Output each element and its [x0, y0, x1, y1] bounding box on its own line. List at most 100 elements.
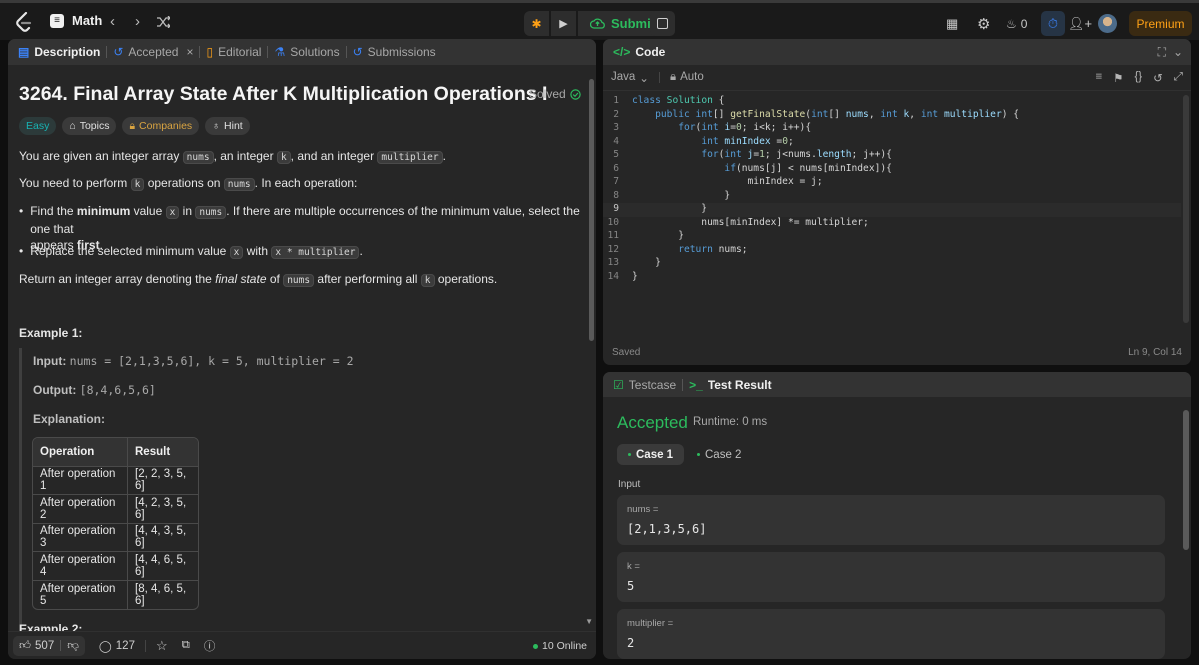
tab-accepted[interactable]: ↺ Accepted ×: [113, 45, 193, 59]
tab-submissions[interactable]: ↺ Submissions: [353, 45, 436, 59]
tab-testcase[interactable]: ☑ Testcase: [613, 378, 676, 392]
braces-icon[interactable]: {}: [1134, 71, 1142, 85]
lock-icon: 🔒︎: [129, 119, 136, 132]
problem-paragraph-2: You need to perform k operations on nums…: [19, 176, 358, 191]
thumbs-down-icon[interactable]: 👎︎: [67, 639, 79, 653]
description-scrollbar[interactable]: [589, 79, 594, 341]
scroll-down-icon[interactable]: ▼: [585, 617, 593, 626]
problem-list-button[interactable]: ≡ Math: [50, 13, 102, 28]
collapse-icon[interactable]: ⌄: [1173, 45, 1183, 59]
book-icon: ▯: [206, 45, 214, 59]
comment-icon: ◯: [98, 640, 112, 653]
table-row: After operation 2 [4, 2, 3, 5, 6]: [33, 495, 198, 524]
debug-button[interactable]: ✱: [524, 11, 549, 36]
chevron-down-icon: ⌄: [639, 72, 649, 85]
runtime-text: Runtime: 0 ms: [693, 416, 768, 428]
pass-dot: [697, 453, 700, 456]
note-icon: [657, 18, 668, 29]
difficulty-badge[interactable]: Easy: [19, 117, 57, 135]
save-status: Saved: [612, 347, 641, 358]
notes-button[interactable]: [650, 11, 675, 36]
close-icon[interactable]: ×: [186, 45, 193, 59]
layout-button[interactable]: ▦: [946, 11, 958, 36]
tab-divider: [267, 46, 269, 58]
expand-icon[interactable]: ⤢: [1174, 71, 1183, 85]
description-panel: ▤ Description ↺ Accepted × ▯ Editorial ⚗ Solu…: [8, 39, 596, 659]
share-icon[interactable]: ⧉: [182, 639, 190, 652]
shuffle-icon[interactable]: [157, 16, 170, 28]
case-1-tab[interactable]: Case 1: [617, 444, 685, 465]
editor-actions: ≡ ⚑ {} ↺ ⤢: [1095, 71, 1183, 85]
description-footer: 👍︎ 507 👎︎ ◯ 127 ☆ ⧉ ⓘ 10 Online: [8, 631, 596, 659]
tab-divider: [682, 378, 684, 391]
add-user-icon: 👤︎+: [1068, 15, 1093, 31]
table-header-row: Operation Result: [33, 438, 198, 467]
table-row: After operation 5 [8, 4, 6, 5, 6]: [33, 580, 198, 609]
example-1-input: Input: nums = [2,1,3,5,6], k = 5, multip…: [33, 354, 354, 368]
like-button[interactable]: 👍︎ 507 👎︎: [13, 635, 85, 656]
code-panel-header: </> Code ⛶ ⌄: [603, 39, 1191, 65]
run-button[interactable]: ▶: [551, 11, 576, 36]
thumbs-up-icon: 👍︎: [19, 639, 32, 652]
input-nums-field: nums = [2,1,3,5,6]: [617, 495, 1165, 545]
example-1-explanation-label: Explanation:: [33, 412, 106, 426]
case-2-tab[interactable]: Case 2: [686, 444, 752, 465]
tab-description[interactable]: ▤ Description: [18, 45, 100, 59]
problem-tags: Easy ⌂ Topics 🔒︎ Companies ♁ Hint: [19, 117, 250, 135]
tab-divider: [106, 46, 108, 58]
result-scrollbar[interactable]: [1183, 410, 1189, 550]
language-select[interactable]: Java ⌄: [611, 71, 649, 85]
tab-editorial[interactable]: ▯ Editorial: [206, 45, 261, 59]
problem-paragraph-1: You are given an integer array nums, an …: [19, 149, 446, 164]
lock-icon: 🔒︎: [669, 71, 677, 83]
list-icon: ≡: [50, 13, 64, 28]
layout-grid-icon: ▦: [946, 15, 959, 31]
streak-counter[interactable]: ♨ 0: [1006, 11, 1027, 36]
help-icon[interactable]: ⓘ: [204, 638, 216, 654]
timer-button[interactable]: ⏱: [1041, 11, 1065, 36]
solved-status: Solved: [529, 87, 581, 101]
tab-test-result[interactable]: >_ Test Result: [689, 378, 771, 392]
star-icon[interactable]: ☆: [156, 638, 168, 654]
auto-mode-toggle[interactable]: 🔒︎ Auto: [670, 71, 704, 84]
tab-divider: [199, 46, 201, 58]
description-tabs: ▤ Description ↺ Accepted × ▯ Editorial ⚗ Solu…: [8, 39, 596, 65]
prev-problem-icon[interactable]: ‹: [110, 13, 115, 30]
format-icon[interactable]: ≡: [1095, 71, 1102, 85]
code-scrollbar[interactable]: [1183, 95, 1189, 323]
document-icon: ▤: [18, 45, 30, 59]
hint-tag[interactable]: ♁ Hint: [205, 117, 250, 135]
terminal-icon: >_: [689, 377, 703, 392]
lightbulb-icon: ♁: [212, 120, 221, 132]
companies-tag[interactable]: 🔒︎ Companies: [122, 117, 200, 135]
bookmark-icon[interactable]: ⚑: [1113, 71, 1123, 85]
tag-icon: ⌂: [69, 120, 76, 132]
top-navigation-bar: ≡ Math ‹ › ✱ ▶ Submit ▦ ⚙ ♨ 0 ⏱ 👤︎+ Prem…: [0, 0, 1199, 40]
maximize-icon[interactable]: ⛶: [1158, 45, 1166, 60]
play-icon: ▶: [559, 18, 568, 30]
next-problem-icon[interactable]: ›: [135, 13, 140, 30]
code-icon: </>: [613, 45, 631, 59]
online-count: 10 Online: [533, 640, 587, 652]
test-result-panel: ☑ Testcase >_ Test Result Accepted Runtime…: [603, 372, 1191, 659]
topics-tag[interactable]: ⌂ Topics: [62, 117, 117, 135]
online-dot: [533, 643, 539, 649]
verdict-text: Accepted: [617, 413, 688, 432]
premium-button[interactable]: Premium: [1129, 11, 1192, 36]
code-editor[interactable]: 1 class Solution { 2 public int[] getFina…: [603, 95, 1181, 339]
input-k-field: k = 5: [617, 552, 1165, 602]
reset-icon[interactable]: ↺: [1153, 71, 1163, 85]
tab-divider: [345, 46, 347, 58]
settings-button[interactable]: ⚙: [977, 11, 990, 36]
avatar[interactable]: [1098, 14, 1117, 33]
comments-button[interactable]: ◯ 127: [99, 639, 135, 653]
flame-icon: ♨: [1006, 16, 1017, 31]
example-quote-bar: [19, 348, 22, 631]
leetcode-logo-icon[interactable]: [15, 12, 33, 32]
checkbox-icon: ☑: [613, 377, 624, 392]
description-content: 3264. Final Array State After K Multipli…: [8, 65, 596, 631]
add-collaborator-button[interactable]: 👤︎+: [1068, 11, 1092, 36]
problem-title[interactable]: 3264. Final Array State After K Multipli…: [19, 83, 547, 106]
tab-solutions[interactable]: ⚗ Solutions: [274, 45, 339, 59]
table-row: After operation 3 [4, 4, 3, 5, 6]: [33, 523, 198, 552]
